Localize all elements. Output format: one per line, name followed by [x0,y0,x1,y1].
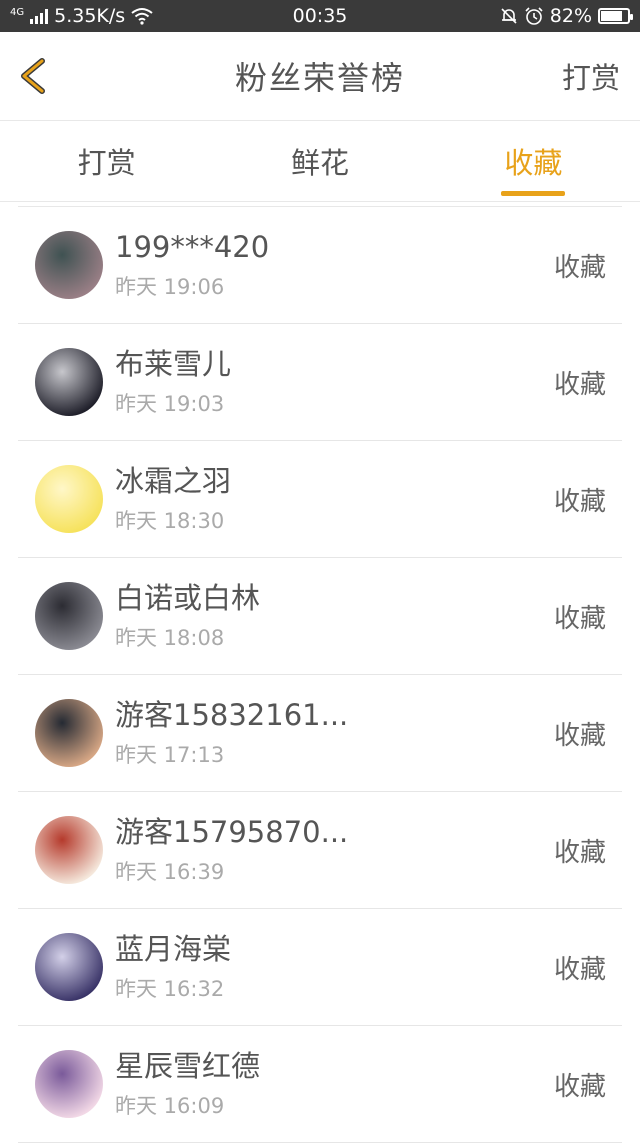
battery-icon [598,8,633,24]
user-name: 游客15795870... [115,815,349,849]
list-item[interactable]: 游客15832161... 昨天 17:13 收藏 [18,675,622,792]
timestamp: 昨天 19:06 [115,275,225,299]
list-item[interactable]: 199***420 昨天 19:06 收藏 [18,207,622,324]
favorite-label: 收藏 [553,486,606,517]
item-texts: 冰霜之羽昨天 18:30 [115,463,554,535]
item-texts: 游客15795870... 昨天 16:39 [115,814,554,886]
list-item[interactable]: 游客15795870... 昨天 16:39 收藏 [18,792,622,909]
item-texts: 游客15832161... 昨天 17:13 [115,697,554,769]
avatar[interactable] [35,348,103,416]
avatar[interactable] [35,1050,103,1118]
chevron-left-icon[interactable] [16,58,52,94]
avatar[interactable] [35,582,103,650]
network-type: 4G [10,7,25,18]
avatar[interactable] [35,231,103,299]
network-speed: 5.35K/s [54,5,126,27]
wifi-icon [131,8,153,25]
item-texts: 199***420 昨天 19:06 [115,229,554,301]
mute-bell-icon [501,8,517,24]
favorite-label: 收藏 [553,720,606,751]
timestamp: 昨天 18:08 [115,626,225,650]
alarm-icon [525,7,543,25]
battery-level [601,11,623,21]
favorite-label: 收藏 [553,252,606,283]
favorite-label: 收藏 [553,837,606,868]
list-item[interactable]: 冰霜之羽 昨天 18:30 收藏 [18,441,622,558]
item-texts: 白诺或白林昨天 18:08 [115,580,554,652]
item-texts: 星辰雪红德昨天 16:09 [115,1048,554,1120]
timestamp: 昨天 19:03 [115,392,225,416]
nav-header: 粉丝荣誉榜 打赏 [0,32,640,121]
timestamp: 昨天 17:13 [115,743,225,767]
user-name: 冰霜之羽 [115,464,232,498]
avatar[interactable] [35,816,103,884]
favorite-label: 收藏 [553,954,606,985]
tab-favorites[interactable]: 收藏 [427,121,640,201]
item-texts: 蓝月海棠昨天 16:32 [115,931,554,1003]
battery-percent: 82% [549,5,592,27]
status-left: 4G 5.35K/s [10,5,153,27]
timestamp: 昨天 16:32 [115,977,225,1001]
avatar[interactable] [35,465,103,533]
user-name: 白诺或白林 [115,581,261,615]
favorite-label: 收藏 [553,603,606,634]
avatar[interactable] [35,933,103,1001]
list-item[interactable]: 蓝月海棠 昨天 16:32 收藏 [18,909,622,1026]
list-item[interactable]: 布莱雪儿 昨天 19:03 收藏 [18,324,622,441]
avatar[interactable] [35,699,103,767]
favorite-label: 收藏 [553,369,606,400]
timestamp: 昨天 16:39 [115,860,225,884]
status-bar: 4G 5.35K/s 00:35 82% [0,0,640,32]
timestamp: 昨天 18:30 [115,509,225,533]
status-right: 82% [500,5,633,27]
timestamp: 昨天 16:09 [115,1094,225,1118]
tab-tip[interactable]: 打赏 [0,121,213,201]
fan-list: 199***420 昨天 19:06 收藏 布莱雪儿 昨天 19:03 收藏 冰霜之羽 昨天 … [0,207,640,1143]
tab-flowers[interactable]: 鲜花 [213,121,426,201]
user-name: 星辰雪红德 [115,1049,261,1083]
tab-bar: 打赏 鲜花 收藏 [0,121,640,202]
favorite-label: 收藏 [553,1071,606,1102]
user-name: 布莱雪儿 [115,347,232,381]
user-name: 游客15832161... [115,698,349,732]
page-title: 粉丝荣誉榜 [234,59,405,97]
list-item[interactable]: 白诺或白林 昨天 18:08 收藏 [18,558,622,675]
user-name: 蓝月海棠 [115,932,232,966]
list-item[interactable]: 星辰雪红德 昨天 16:09 收藏 [18,1026,622,1143]
user-name: 199***420 [115,230,270,264]
tip-button[interactable]: 打赏 [562,55,620,97]
item-texts: 布莱雪儿昨天 19:03 [115,346,554,418]
signal-icon [30,8,49,24]
